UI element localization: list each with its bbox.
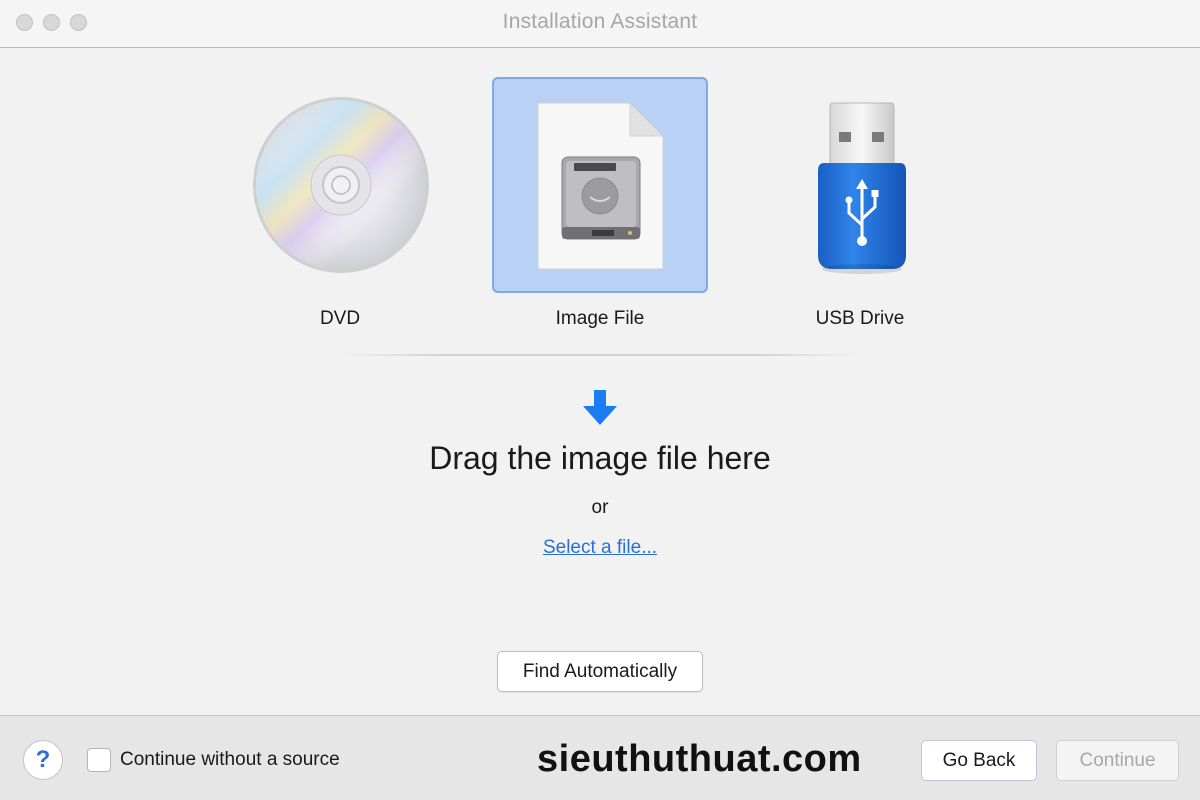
drop-zone-heading: Drag the image file here: [429, 440, 771, 476]
help-button[interactable]: ?: [23, 740, 63, 780]
dvd-disc-icon: [253, 97, 429, 273]
section-divider: [340, 354, 860, 356]
continue-without-source-label[interactable]: Continue without a source: [120, 749, 340, 771]
source-label-dvd: DVD: [319, 308, 361, 329]
find-automatically-button[interactable]: Find Automatically: [497, 651, 703, 692]
continue-button[interactable]: Continue: [1056, 740, 1179, 781]
source-option-usb-drive[interactable]: [752, 77, 968, 293]
select-file-link[interactable]: Select a file...: [500, 537, 700, 559]
disk-image-icon: [537, 101, 665, 270]
window-title: Installation Assistant: [502, 10, 698, 33]
usb-drive-icon: [818, 102, 906, 274]
source-option-image-file[interactable]: [492, 77, 708, 293]
watermark-text: sieuthuthuat.com: [537, 738, 862, 780]
title-bar: Installation Assistant: [0, 0, 1200, 48]
source-option-dvd[interactable]: [232, 77, 448, 293]
go-back-button[interactable]: Go Back: [921, 740, 1037, 781]
source-label-usb-drive: USB Drive: [815, 308, 905, 329]
continue-without-source-checkbox[interactable]: [87, 748, 111, 772]
or-separator-text: or: [591, 497, 609, 518]
down-arrow-icon: [583, 390, 617, 425]
source-label-image-file: Image File: [555, 308, 645, 329]
